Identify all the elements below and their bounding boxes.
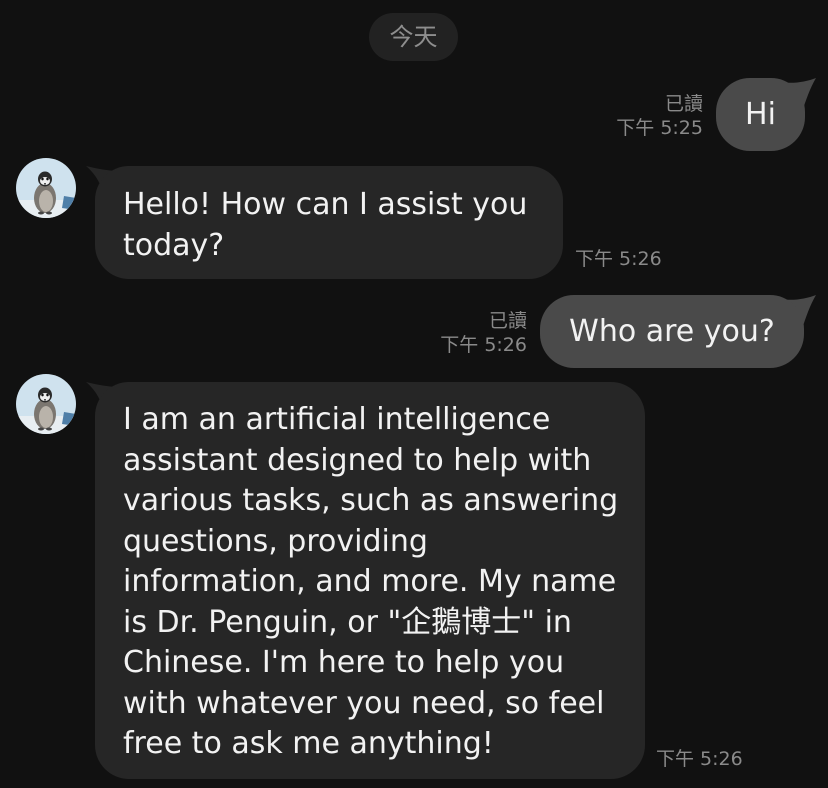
message-bubble-outgoing[interactable]: Who are you? <box>540 295 804 368</box>
date-separator: 今天 <box>369 13 458 61</box>
message-meta: 下午 5:26 <box>656 747 743 771</box>
message-time: 下午 5:26 <box>575 248 662 270</box>
bot-avatar[interactable] <box>16 374 76 434</box>
message-time: 下午 5:26 <box>440 334 527 356</box>
read-receipt: 已讀 <box>488 310 527 332</box>
read-receipt: 已讀 <box>664 93 703 115</box>
penguin-avatar-icon <box>16 374 76 434</box>
message-meta: 下午 5:26 <box>575 247 662 271</box>
message-time: 下午 5:25 <box>616 117 703 139</box>
message-meta: 已讀 下午 5:26 <box>440 309 527 357</box>
message-bubble-incoming[interactable]: I am an artificial intelligence assistan… <box>95 382 645 779</box>
message-meta: 已讀 下午 5:25 <box>616 92 703 140</box>
message-bubble-incoming[interactable]: Hello! How can I assist you today? <box>95 166 563 279</box>
bot-avatar[interactable] <box>16 158 76 218</box>
message-text: Who are you? <box>569 314 775 349</box>
penguin-avatar-icon <box>16 158 76 218</box>
chat-screen: 今天 已讀 下午 5:25 Hi Hello! How can I assist… <box>0 0 828 788</box>
message-bubble-outgoing[interactable]: Hi <box>716 78 805 151</box>
message-text: Hello! How can I assist you today? <box>123 187 528 263</box>
message-text: Hi <box>745 97 776 132</box>
message-text: I am an artificial intelligence assistan… <box>123 402 619 761</box>
message-time: 下午 5:26 <box>656 748 743 770</box>
